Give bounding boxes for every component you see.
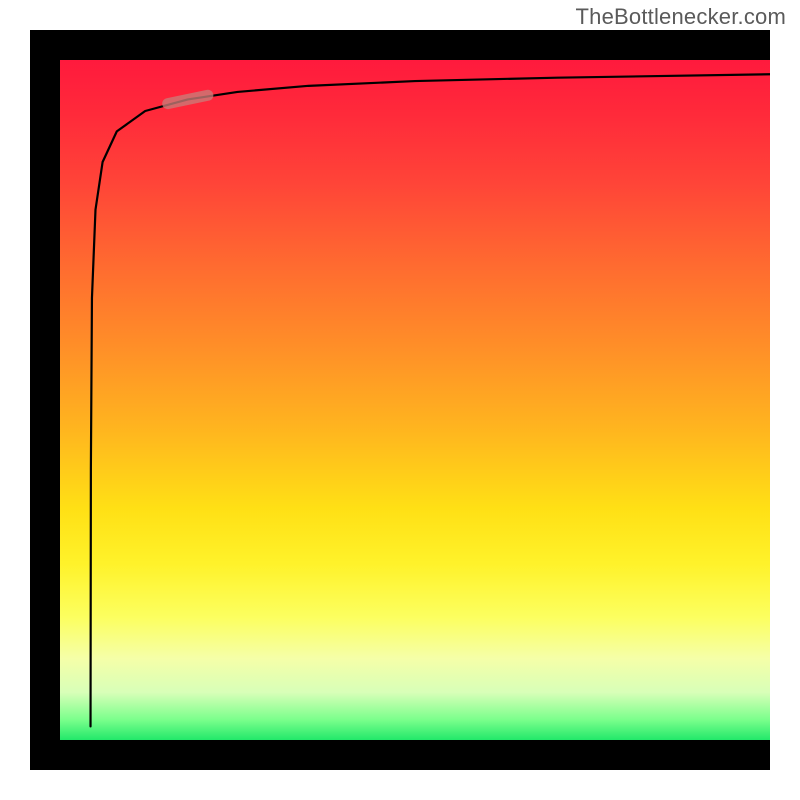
curve-marker: [161, 89, 214, 110]
plot-area: [60, 60, 770, 740]
curve-line: [91, 74, 770, 726]
chart-overlay-svg: [60, 60, 770, 740]
chart-frame: [30, 30, 770, 770]
watermark-text: TheBottlenecker.com: [576, 4, 786, 30]
